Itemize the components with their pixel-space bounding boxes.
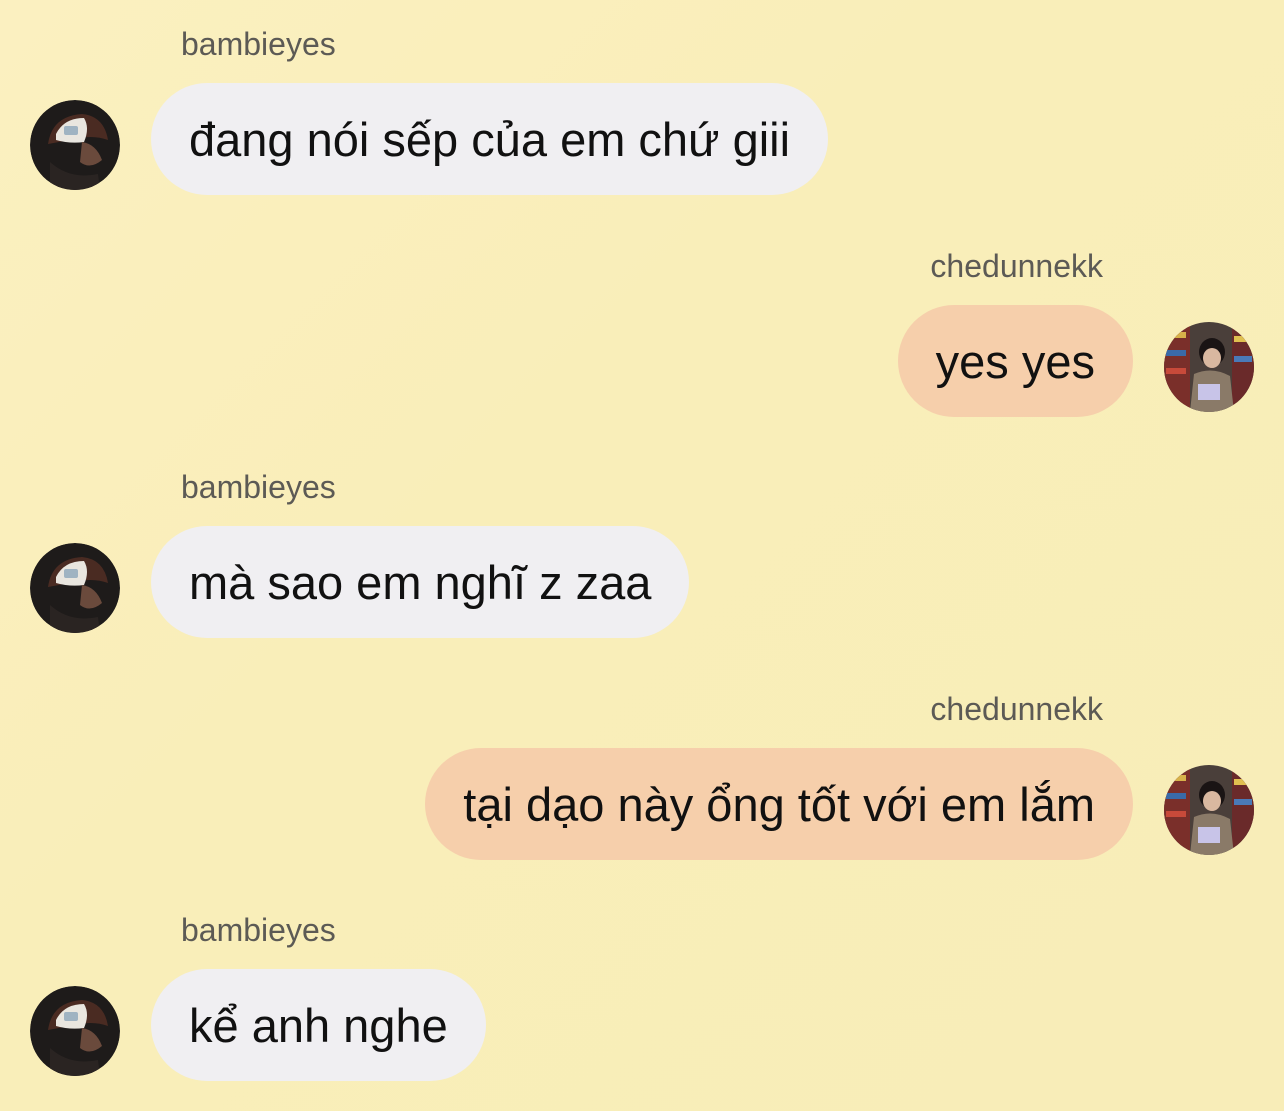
sender-name: bambieyes: [181, 469, 336, 505]
sender-name: chedunnekk: [930, 691, 1103, 727]
sender-name: bambieyes: [181, 912, 336, 948]
sender-name: chedunnekk: [930, 248, 1103, 284]
message-bubble-incoming[interactable]: mà sao em nghĩ z zaa: [151, 526, 690, 638]
avatar-bambieyes-icon[interactable]: [30, 986, 120, 1076]
avatar-chedunnekk-icon[interactable]: [1164, 765, 1254, 855]
message-text: tại dạo này ổng tốt với em lắm: [463, 777, 1095, 831]
avatar-bambieyes-icon[interactable]: [30, 100, 120, 190]
avatar-bambieyes-icon[interactable]: [30, 543, 120, 633]
message-bubble-outgoing[interactable]: tại dạo này ổng tốt với em lắm: [425, 748, 1133, 860]
message-text: kể anh nghe: [189, 998, 448, 1052]
message-bubble-outgoing[interactable]: yes yes: [897, 305, 1133, 417]
chat-thread: bambieyes đang nói sếp của em chứ giii c…: [0, 0, 1284, 1111]
message-bubble-incoming[interactable]: kể anh nghe: [151, 969, 486, 1081]
sender-name: bambieyes: [181, 26, 336, 62]
message-bubble-incoming[interactable]: đang nói sếp của em chứ giii: [151, 83, 829, 195]
avatar-chedunnekk-icon[interactable]: [1164, 322, 1254, 412]
message-text: mà sao em nghĩ z zaa: [189, 555, 652, 609]
message-text: đang nói sếp của em chứ giii: [189, 112, 791, 166]
message-text: yes yes: [935, 334, 1095, 388]
